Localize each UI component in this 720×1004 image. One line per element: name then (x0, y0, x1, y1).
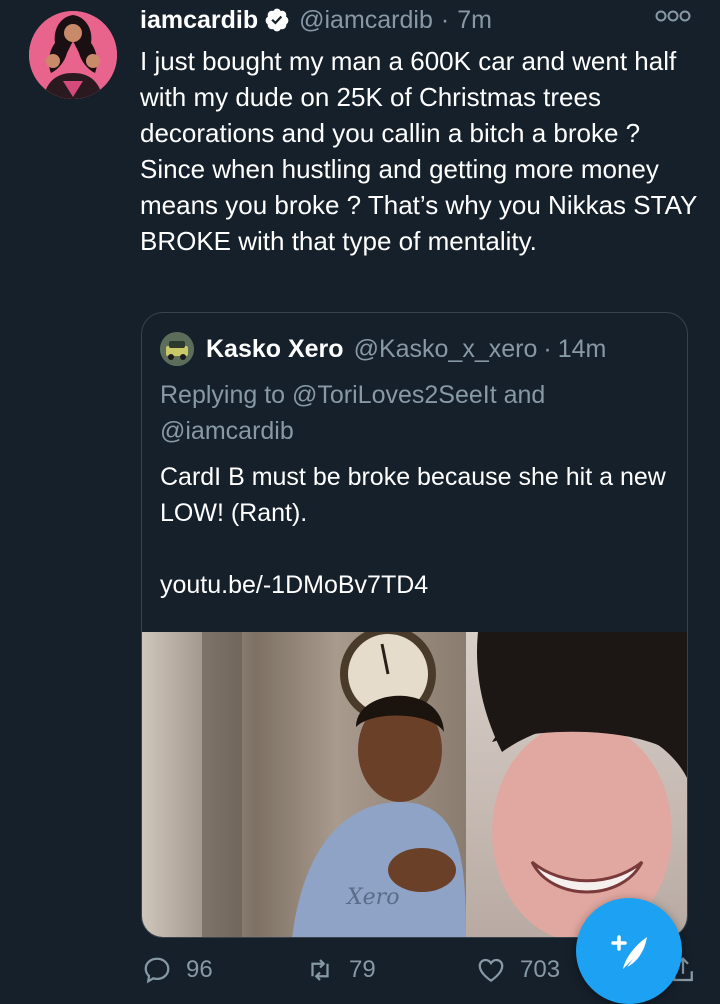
tweet-timestamp[interactable]: 7m (457, 6, 492, 35)
replying-to: Replying to @ToriLoves2SeeIt and @iamcar… (160, 381, 546, 445)
retweet-icon (311, 959, 329, 981)
quoted-avatar-image (160, 332, 194, 366)
quoted-link[interactable]: youtu.be/-1DMoBv7TD4 (160, 567, 428, 603)
tweet-header: iamcardib @iamcardib · 7m (140, 2, 492, 38)
like-count: 703 (520, 956, 561, 983)
author-display-name[interactable]: iamcardib (140, 6, 258, 35)
more-icon[interactable] (655, 6, 691, 26)
quoted-separator-dot: · (543, 334, 552, 363)
compose-icon (611, 935, 647, 969)
author-handle[interactable]: @iamcardib (299, 6, 433, 35)
media-caption: Xero (345, 885, 399, 910)
reply-count: 96 (186, 956, 213, 983)
tweet-text: I just bought my man a 600K car and went… (140, 46, 697, 256)
quoted-tweet[interactable]: Kasko Xero @Kasko_x_xero · 14m Replying … (141, 312, 688, 938)
quoted-author-name: Kasko Xero (206, 334, 344, 363)
compose-tweet-button[interactable] (576, 898, 682, 1004)
retweet-button[interactable]: 79 (305, 955, 376, 985)
quoted-media[interactable]: Xero (142, 632, 687, 937)
reply-button[interactable]: 96 (142, 955, 213, 985)
reply-icon (144, 957, 170, 984)
quoted-author-handle: @Kasko_x_xero (353, 334, 538, 363)
quoted-author-avatar (160, 332, 194, 366)
quoted-timestamp: 14m (557, 334, 607, 363)
separator-dot: · (440, 5, 450, 34)
like-icon (478, 958, 504, 982)
avatar-image (29, 11, 117, 99)
quoted-media-image: Xero (142, 632, 687, 937)
author-avatar[interactable] (29, 11, 117, 99)
retweet-count: 79 (349, 956, 376, 983)
quoted-tweet-header: Kasko Xero @Kasko_x_xero · 14m (160, 331, 606, 367)
quoted-tweet-text: CardI B must be broke because she hit a … (160, 463, 666, 527)
verified-icon (265, 8, 289, 32)
like-button[interactable]: 703 (476, 955, 560, 985)
